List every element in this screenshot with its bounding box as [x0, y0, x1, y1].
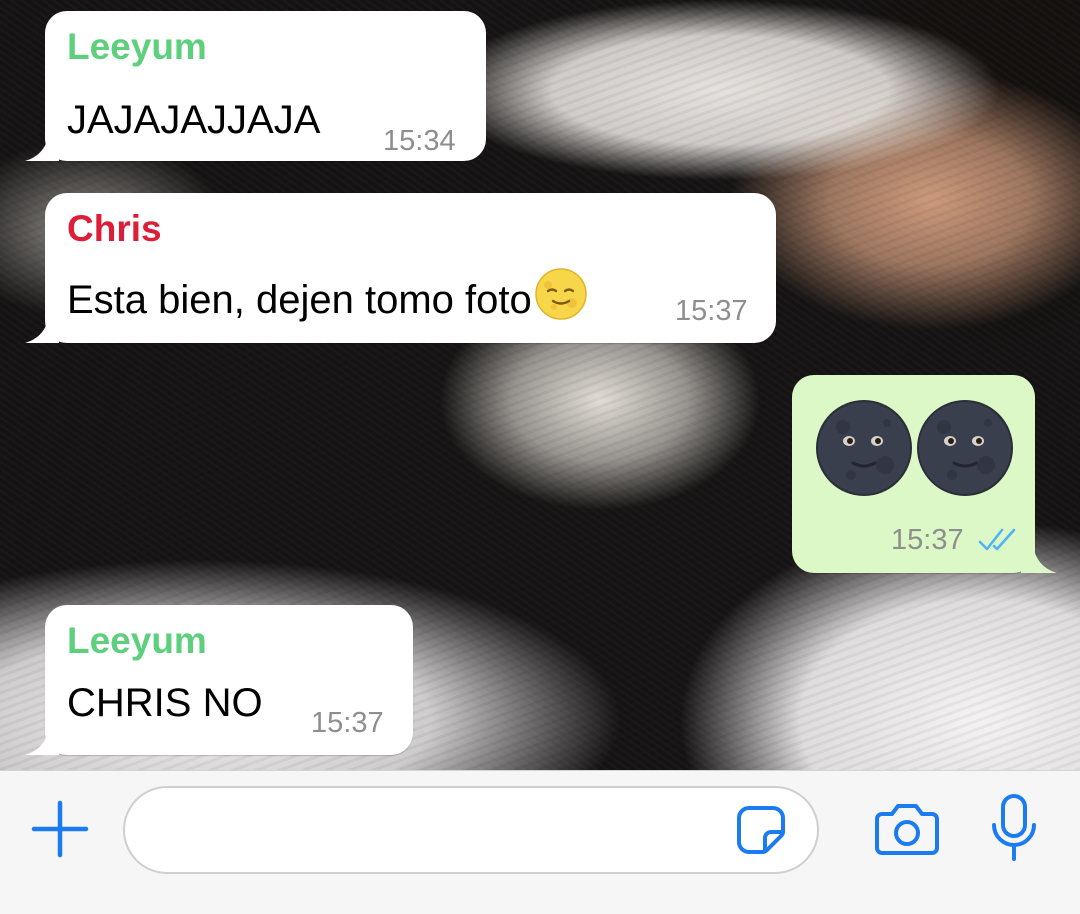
message-bubble-outgoing[interactable]: 15:37 — [792, 375, 1035, 573]
message-text: Esta bien, dejen tomo foto — [67, 278, 532, 322]
message-bubble-incoming[interactable]: Leeyum JAJAJAJJAJA 15:34 — [45, 11, 486, 161]
message-text: CHRIS NO — [67, 681, 263, 725]
plus-icon — [31, 800, 89, 863]
sticker-button[interactable] — [733, 804, 789, 860]
microphone-icon — [989, 793, 1039, 868]
camera-button[interactable] — [873, 799, 941, 863]
sticker-icon — [735, 804, 787, 861]
read-receipt-icon — [978, 526, 1024, 559]
message-timestamp: 15:37 — [311, 707, 384, 739]
new-moon-face-icon — [815, 399, 913, 502]
message-timestamp: 15:37 — [675, 295, 748, 327]
message-composer-bar — [0, 770, 1080, 914]
message-text-row: Esta bien, dejen tomo foto — [67, 267, 588, 332]
attach-button[interactable] — [28, 799, 92, 863]
message-sender: Leeyum — [67, 620, 207, 661]
message-sender: Chris — [67, 208, 162, 249]
message-text: JAJAJAJJAJA — [67, 98, 321, 142]
microphone-button[interactable] — [984, 793, 1044, 867]
message-bubble-incoming[interactable]: Chris Esta bien, dejen tomo foto 15:37 — [45, 193, 776, 343]
message-sender: Leeyum — [67, 26, 207, 67]
message-timestamp: 15:34 — [383, 125, 456, 157]
message-timestamp: 15:37 — [891, 524, 964, 556]
message-bubble-incoming[interactable]: Leeyum CHRIS NO 15:37 — [45, 605, 413, 755]
full-moon-face-icon — [534, 267, 588, 332]
message-input[interactable] — [123, 786, 819, 874]
camera-icon — [874, 802, 940, 861]
new-moon-face-icon — [916, 399, 1014, 502]
